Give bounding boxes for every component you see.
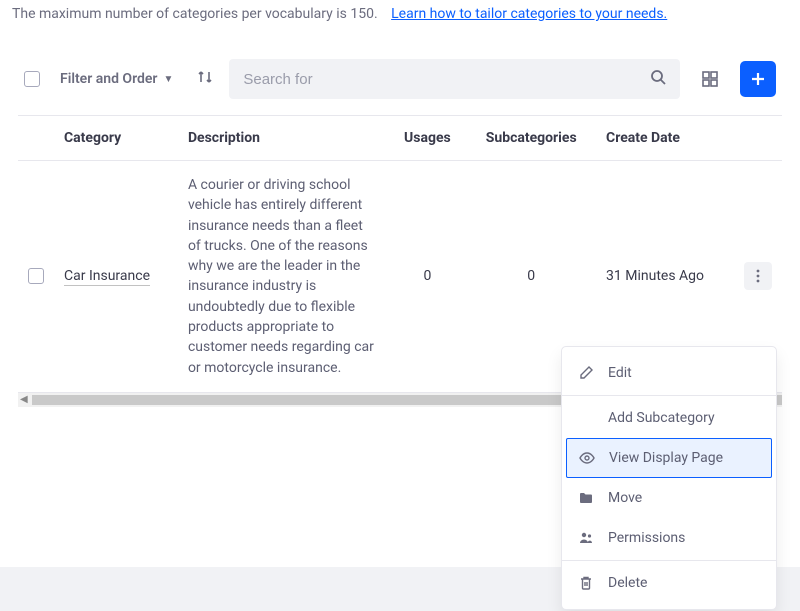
view-toggle-button[interactable] — [692, 61, 728, 97]
usages-cell: 0 — [388, 161, 466, 393]
info-notice: The maximum number of categories per voc… — [0, 0, 800, 43]
trash-icon — [578, 576, 594, 590]
col-create-date[interactable]: Create Date — [596, 116, 734, 161]
folder-icon — [578, 492, 594, 504]
menu-delete[interactable]: Delete — [562, 563, 776, 603]
select-all-checkbox[interactable] — [24, 71, 40, 87]
filter-order-dropdown[interactable]: Filter and Order ▼ — [52, 65, 181, 93]
menu-separator — [562, 560, 776, 561]
menu-view-display-label: View Display Page — [609, 450, 723, 466]
search-icon — [650, 69, 666, 89]
category-link[interactable]: Car Insurance — [64, 268, 150, 286]
row-actions-menu: Edit Add Subcategory View Display Page M… — [561, 346, 777, 610]
menu-edit-label: Edit — [608, 365, 632, 381]
menu-separator — [562, 395, 776, 396]
eye-icon — [579, 452, 595, 464]
menu-view-display-page[interactable]: View Display Page — [566, 438, 772, 478]
toolbar: Filter and Order ▼ — [0, 43, 800, 115]
row-checkbox[interactable] — [28, 268, 44, 284]
notice-text: The maximum number of categories per voc… — [12, 6, 378, 22]
col-description[interactable]: Description — [178, 116, 388, 161]
caret-down-icon: ▼ — [163, 74, 173, 85]
add-button[interactable] — [740, 61, 776, 97]
menu-move[interactable]: Move — [562, 478, 776, 518]
menu-delete-label: Delete — [608, 575, 647, 591]
sort-button[interactable] — [193, 65, 217, 93]
notice-link[interactable]: Learn how to tailor categories to your n… — [391, 6, 667, 22]
menu-permissions[interactable]: Permissions — [562, 518, 776, 558]
filter-order-label: Filter and Order — [60, 71, 157, 87]
menu-add-subcategory[interactable]: Add Subcategory — [562, 398, 776, 438]
pencil-icon — [578, 366, 594, 380]
permissions-icon — [578, 531, 594, 545]
scroll-left-icon: ◀ — [20, 394, 28, 405]
menu-add-sub-label: Add Subcategory — [608, 410, 715, 426]
col-usages[interactable]: Usages — [388, 116, 466, 161]
menu-move-label: Move — [608, 490, 642, 506]
col-subcategories[interactable]: Subcategories — [466, 116, 596, 161]
menu-edit[interactable]: Edit — [562, 353, 776, 393]
col-category[interactable]: Category — [54, 116, 178, 161]
row-actions-button[interactable] — [744, 262, 772, 290]
description-cell: A courier or driving school vehicle has … — [178, 161, 388, 393]
search-field[interactable] — [229, 59, 680, 99]
table-header-row: Category Description Usages Subcategorie… — [18, 116, 782, 161]
menu-permissions-label: Permissions — [608, 530, 685, 546]
search-input[interactable] — [243, 71, 650, 88]
